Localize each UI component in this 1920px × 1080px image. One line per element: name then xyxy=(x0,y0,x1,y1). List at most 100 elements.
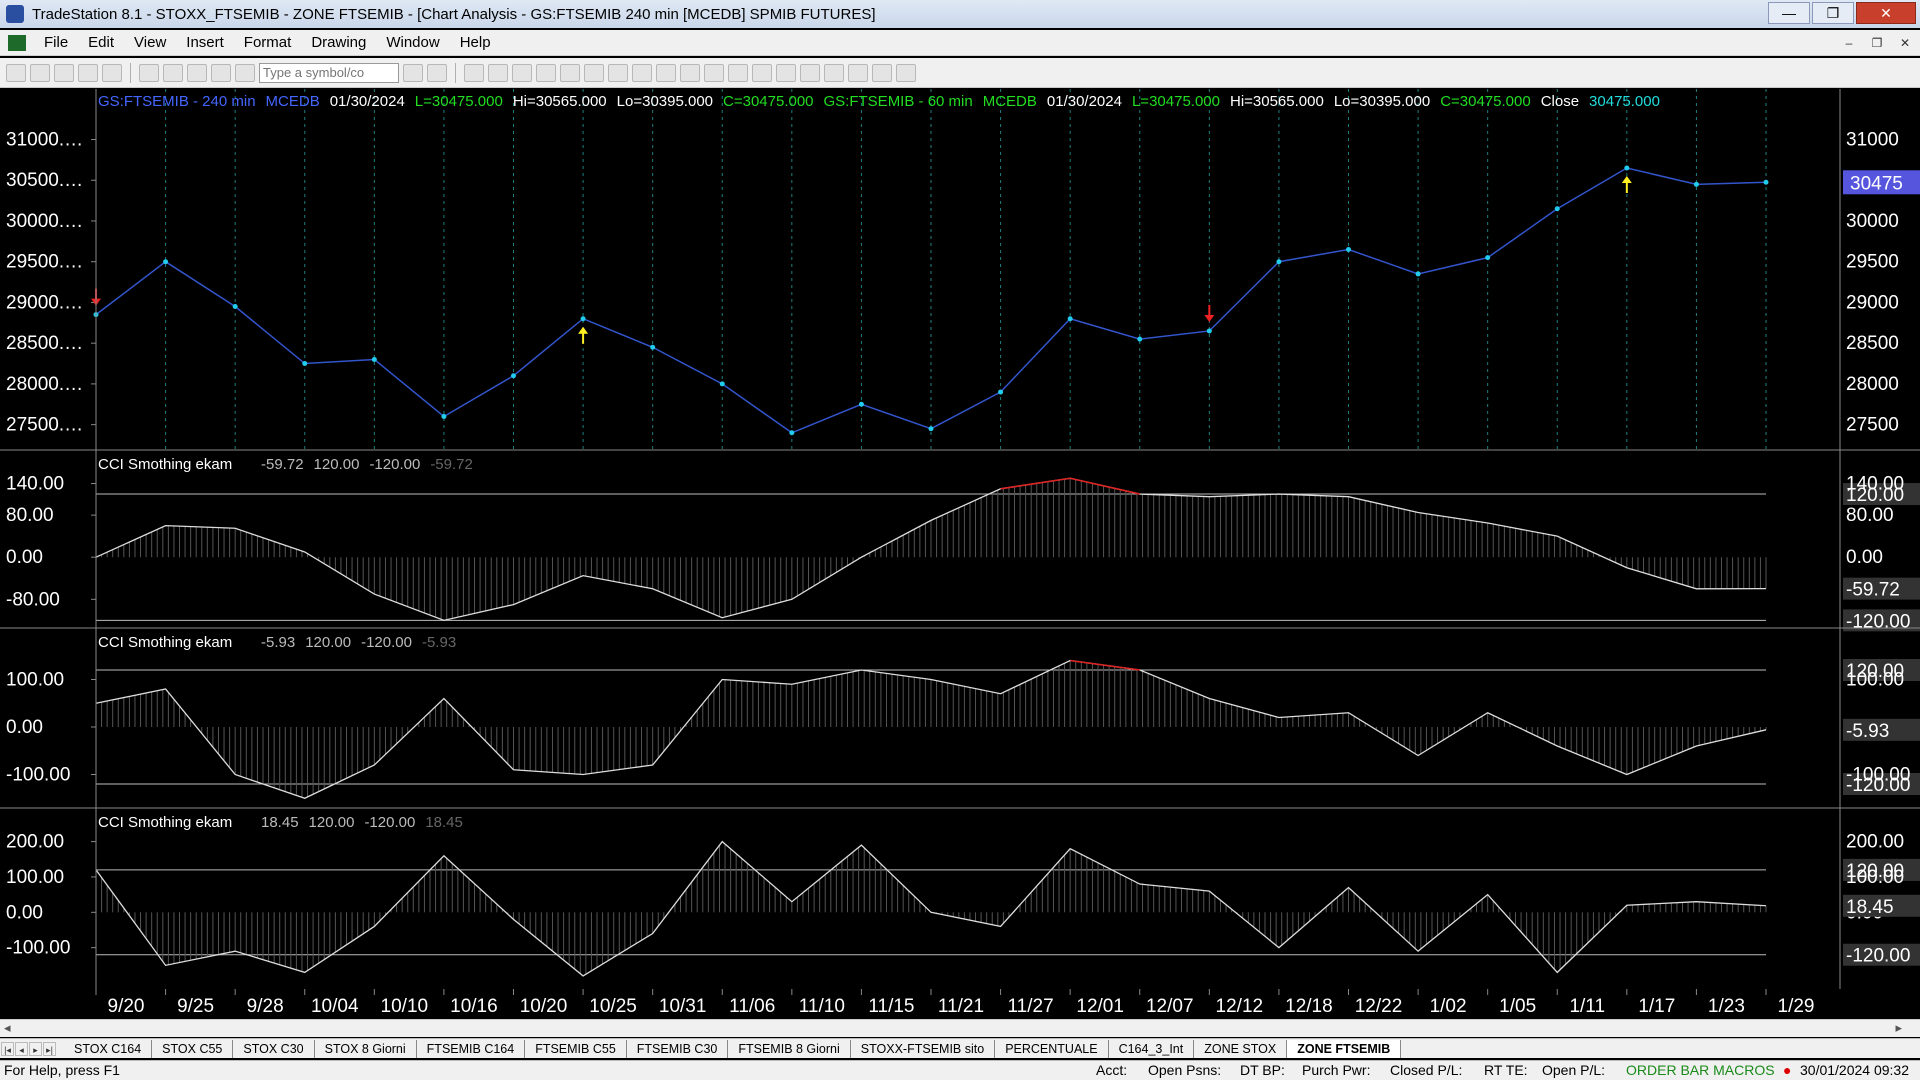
tab-ftsemib-c30[interactable]: FTSEMIB C30 xyxy=(627,1039,729,1058)
mdi-restore-button[interactable]: ❐ xyxy=(1866,33,1888,53)
indicator-title: CCI Smothing ekam xyxy=(98,634,232,651)
tab-stox-c164[interactable]: STOX C164 xyxy=(64,1039,153,1058)
tab-next-icon[interactable]: ▸ xyxy=(29,1041,42,1056)
chart-icon[interactable] xyxy=(536,63,556,82)
tab-prev-icon[interactable]: ◂ xyxy=(15,1041,28,1056)
tab-ftsemib-c164[interactable]: FTSEMIB C164 xyxy=(417,1039,526,1058)
insert-analysis-icon[interactable] xyxy=(464,63,484,82)
menu-help[interactable]: Help xyxy=(450,34,501,51)
menu-drawing[interactable]: Drawing xyxy=(301,34,376,51)
symbol-input[interactable] xyxy=(259,62,399,83)
format-icon[interactable] xyxy=(211,63,231,82)
paste-icon[interactable] xyxy=(102,63,122,82)
header-field: 30475.000 xyxy=(1589,93,1660,110)
arrow-down-icon[interactable] xyxy=(824,63,844,82)
menu-format[interactable]: Format xyxy=(234,34,302,51)
maximize-button[interactable]: ❐ xyxy=(1812,2,1854,24)
price-point xyxy=(1763,179,1769,185)
tab-stox-c55[interactable]: STOX C55 xyxy=(152,1039,234,1058)
tab-stoxx-ftsemib-sito[interactable]: STOXX-FTSEMIB sito xyxy=(851,1039,996,1058)
header-field: C=30475.000 xyxy=(1440,93,1531,110)
print-icon[interactable] xyxy=(139,63,159,82)
print-preview-icon[interactable] xyxy=(163,63,183,82)
cross-icon[interactable] xyxy=(704,63,724,82)
refresh-icon[interactable] xyxy=(560,63,580,82)
trendline-icon[interactable] xyxy=(728,63,748,82)
menu-view[interactable]: View xyxy=(124,34,176,51)
arrow-up-icon[interactable] xyxy=(800,63,820,82)
tab-c164-3-int[interactable]: C164_3_Int xyxy=(1109,1039,1195,1058)
order-bar-macros[interactable]: ORDER BAR MACROS xyxy=(1626,1062,1775,1078)
horizontal-scrollbar[interactable]: ◂ ▸ xyxy=(0,1019,1920,1037)
bar-chart-icon[interactable] xyxy=(584,63,604,82)
header-field: Hi=30565.000 xyxy=(1230,93,1324,110)
price-point xyxy=(1624,165,1630,171)
x-tick-label: 10/20 xyxy=(520,996,568,1017)
price-point xyxy=(163,259,169,265)
price-point xyxy=(858,401,864,407)
chart-document-icon[interactable] xyxy=(8,34,26,51)
mdi-minimize-button[interactable]: – xyxy=(1838,33,1860,53)
x-tick-label: 10/10 xyxy=(381,996,429,1017)
close-button[interactable]: ✕ xyxy=(1856,2,1916,24)
x-tick-label: 1/02 xyxy=(1430,996,1467,1017)
minimize-button[interactable]: — xyxy=(1768,2,1810,24)
price-point xyxy=(928,426,934,432)
header-field: L=30475.000 xyxy=(415,93,503,110)
menu-file[interactable]: File xyxy=(34,34,78,51)
indicator-readout: 120.00 xyxy=(314,456,360,473)
tab-last-icon[interactable]: ▸| xyxy=(43,1041,56,1056)
tab-zone-stox[interactable]: ZONE STOX xyxy=(1194,1039,1288,1058)
insert-window-icon[interactable] xyxy=(488,63,508,82)
price-point xyxy=(371,356,377,362)
menu-edit[interactable]: Edit xyxy=(78,34,124,51)
x-tick-label: 1/11 xyxy=(1569,996,1605,1017)
menu-window[interactable]: Window xyxy=(376,34,449,51)
cci-last-value-label: -5.93 xyxy=(1846,721,1889,742)
price-point xyxy=(1415,271,1421,277)
chart-canvas[interactable]: GS:FTSEMIB - 240 min MCEDB 01/30/2024 L=304… xyxy=(0,89,1920,1024)
horizontal-line-icon[interactable] xyxy=(752,63,772,82)
header-field: Close xyxy=(1541,93,1579,110)
pointer-icon[interactable] xyxy=(680,63,700,82)
tab-ftsemib-c55[interactable]: FTSEMIB C55 xyxy=(525,1039,627,1058)
lock-icon[interactable] xyxy=(187,63,207,82)
tab-stox-c30[interactable]: STOX C30 xyxy=(233,1039,315,1058)
x-tick-label: 11/27 xyxy=(1008,996,1054,1017)
ellipse-icon[interactable] xyxy=(848,63,868,82)
rectangle-icon[interactable] xyxy=(872,63,892,82)
tab-first-icon[interactable]: |◂ xyxy=(1,1041,14,1056)
x-tick-label: 11/10 xyxy=(799,996,845,1017)
x-tick-label: 9/20 xyxy=(108,996,145,1017)
scroll-right-icon[interactable]: ▸ xyxy=(1895,1020,1902,1036)
price-tick-right: 27500 xyxy=(1846,415,1899,436)
cci-tick-left: 0.00 xyxy=(6,902,43,923)
copy-icon[interactable] xyxy=(78,63,98,82)
grid-icon[interactable] xyxy=(512,63,532,82)
find-icon[interactable] xyxy=(427,63,447,82)
new-workspace-icon[interactable] xyxy=(54,63,74,82)
zoom-out-icon[interactable] xyxy=(656,63,676,82)
scroll-left-icon[interactable]: ◂ xyxy=(4,1020,11,1036)
new-icon[interactable] xyxy=(6,63,26,82)
indicator-readout: 18.45 xyxy=(261,814,299,831)
tab-percentuale[interactable]: PERCENTUALE xyxy=(995,1039,1109,1058)
candlestick-icon[interactable] xyxy=(608,63,628,82)
x-tick-label: 12/12 xyxy=(1216,996,1264,1017)
globe-icon[interactable] xyxy=(235,63,255,82)
chart-area[interactable]: GS:FTSEMIB - 240 min MCEDB 01/30/2024 L=304… xyxy=(0,89,1920,1024)
open-icon[interactable] xyxy=(30,63,50,82)
tab-zone-ftsemib[interactable]: ZONE FTSEMIB xyxy=(1287,1039,1402,1058)
price-point xyxy=(1485,255,1491,261)
cci-tick-left: 100.00 xyxy=(6,867,64,888)
mdi-close-button[interactable]: ✕ xyxy=(1894,33,1916,53)
zoom-in-icon[interactable] xyxy=(632,63,652,82)
cci-tick-left: 0.00 xyxy=(6,547,43,568)
cci-last-value-label: 18.45 xyxy=(1846,897,1894,918)
text-icon[interactable] xyxy=(896,63,916,82)
menu-insert[interactable]: Insert xyxy=(176,34,234,51)
tab-ftsemib-8-giorni[interactable]: FTSEMIB 8 Giorni xyxy=(728,1039,851,1058)
fibonacci-icon[interactable] xyxy=(776,63,796,82)
tab-stox-8-giorni[interactable]: STOX 8 Giorni xyxy=(315,1039,417,1058)
play-icon[interactable] xyxy=(403,63,423,82)
